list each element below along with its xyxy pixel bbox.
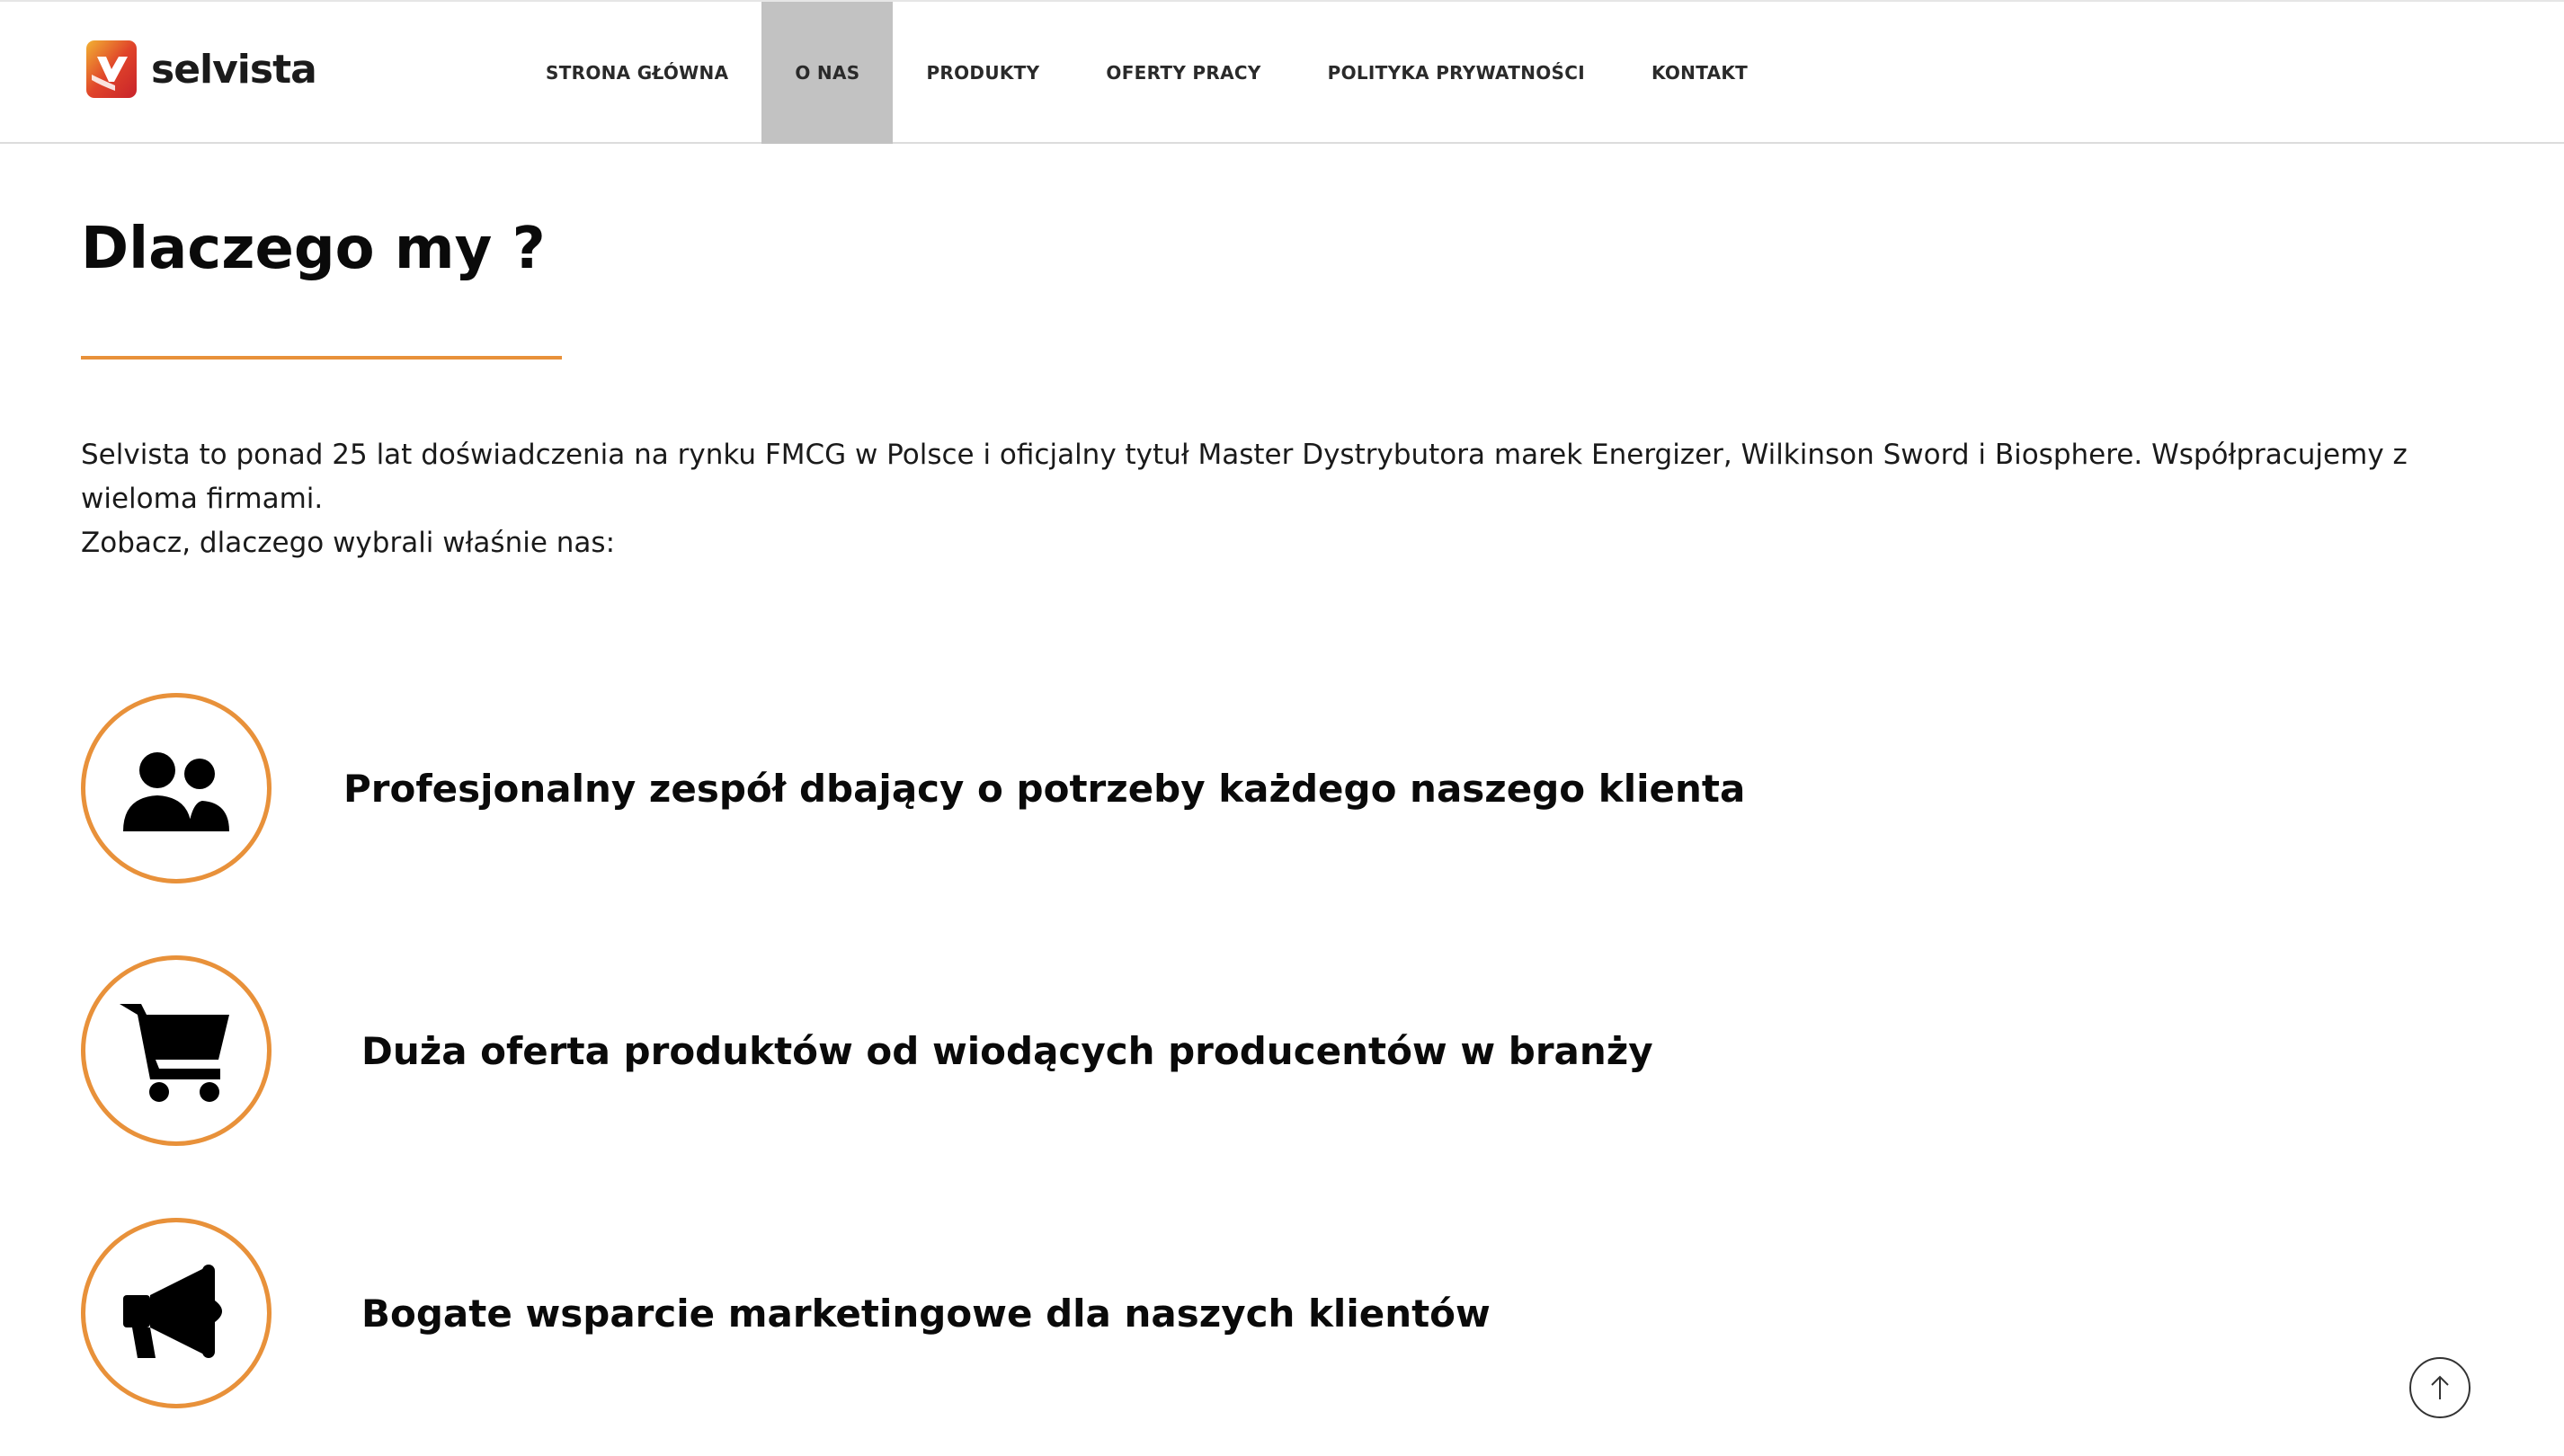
feature-icon-circle [81,1218,272,1408]
main-nav: STRONA GŁÓWNA O NAS PRODUKTY OFERTY PRAC… [512,2,1781,144]
feature-icon-circle [81,955,272,1146]
logo[interactable]: selvista [85,36,317,102]
users-icon [123,752,229,831]
site-header: selvista STRONA GŁÓWNA O NAS PRODUKTY OF… [0,0,2564,144]
nav-item-contact[interactable]: KONTAKT [1618,2,1781,144]
arrow-up-icon [2431,1375,2449,1399]
feature-item: Duża oferta produktów od wiodących produ… [81,955,2239,1146]
nav-item-about[interactable]: O NAS [761,2,894,144]
feature-text: Bogate wsparcie marketingowe dla naszych… [361,1291,1491,1336]
scroll-to-top-button[interactable] [2409,1357,2471,1418]
intro-line: Selvista to ponad 25 lat doświadczenia n… [81,439,2408,515]
feature-item: Bogate wsparcie marketingowe dla naszych… [81,1218,2239,1408]
megaphone-icon [123,1265,222,1358]
nav-item-home[interactable]: STRONA GŁÓWNA [512,2,761,144]
shopping-cart-icon [120,1004,229,1102]
feature-item: Profesjonalny zespół dbający o potrzeby … [81,693,2239,883]
nav-item-products[interactable]: PRODUKTY [893,2,1073,144]
nav-item-jobs[interactable]: OFERTY PRACY [1073,2,1294,144]
nav-item-privacy[interactable]: POLITYKA PRYWATNOŚCI [1295,2,1618,144]
logo-icon [86,40,137,98]
title-underline [81,356,562,360]
feature-text: Duża oferta produktów od wiodących produ… [361,1028,1653,1073]
feature-icon-circle [81,693,272,883]
intro-text: Selvista to ponad 25 lat doświadczenia n… [81,433,2508,565]
page-title: Dlaczego my ? [81,216,546,282]
logo-text: selvista [151,46,317,93]
intro-line: Zobacz, dlaczego wybrali właśnie nas: [81,527,616,559]
feature-text: Profesjonalny zespół dbający o potrzeby … [343,766,1746,811]
